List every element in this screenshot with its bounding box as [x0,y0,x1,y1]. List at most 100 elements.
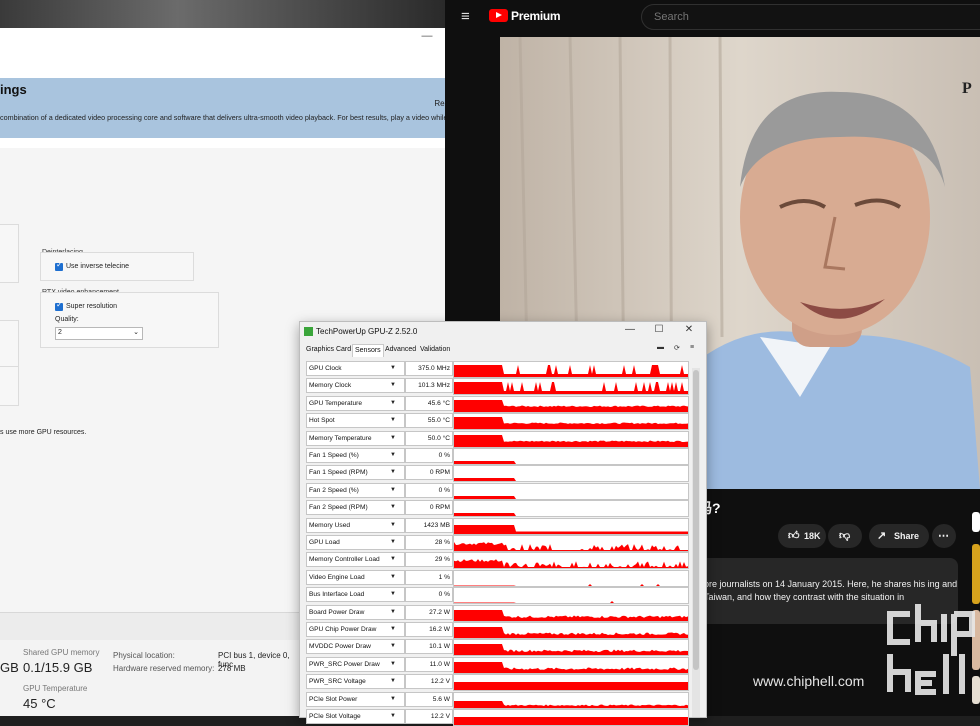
camera-icon[interactable]: ▬ [657,344,664,351]
dropdown-arrow-icon[interactable]: ▼ [390,556,396,562]
sensor-graph [453,361,689,378]
tab-graphics-card[interactable]: Graphics Card [306,346,351,353]
tab-sensors[interactable]: Sensors [352,344,384,357]
desktop-background [0,0,445,30]
like-count: 18K [804,531,821,541]
sensor-graph [453,674,689,692]
minimize-icon[interactable]: — [412,30,442,42]
shared-gpu-memory-value: 0.1/15.9 GB [23,660,93,675]
sensor-graph-plot [454,601,688,604]
share-icon: ↗ [877,530,887,542]
gpu-temperature-label: GPU Temperature [23,684,88,693]
search-input[interactable] [652,10,956,24]
sensor-graph-plot [454,417,688,430]
window-titlebar: — ☐ ✕ [0,28,500,50]
youtube-topbar: ≡ Premium [445,0,980,36]
dropdown-arrow-icon[interactable]: ▼ [390,400,396,406]
dropdown-arrow-icon[interactable]: ▼ [390,678,396,684]
sensor-graph-plot [454,717,688,725]
sensor-graph-plot [454,365,688,377]
dropdown-arrow-icon[interactable]: ▼ [390,452,396,458]
sensor-graph-area [454,682,688,691]
inverse-telecine-checkbox[interactable] [55,260,63,271]
sensor-value: 0 RPM [405,500,453,516]
chiphell-logo [887,604,975,695]
sensor-value: 12.2 V [405,674,453,690]
sensor-graph [453,500,689,518]
sensor-graph-area [454,382,688,395]
sensor-graph-plot [454,542,688,551]
dropdown-arrow-icon[interactable]: ▼ [390,522,396,528]
sensor-value: 27.2 W [405,604,453,620]
dislike-button[interactable]: 👎︎ [828,524,862,548]
share-button[interactable]: ↗ Share [869,524,929,548]
sensor-graph [453,622,689,639]
sensor-graph [453,569,689,587]
reserved-memory-label: Hardware reserved memory: [113,664,215,673]
dropdown-arrow-icon[interactable]: ▼ [390,696,396,702]
side-thumbnail-2[interactable] [972,544,980,604]
refresh-icon[interactable]: ⟳ [674,344,680,352]
sensor-graph [453,395,689,413]
sensor-graph-area [454,524,688,534]
minimize-icon[interactable]: — [620,324,640,335]
shared-gpu-memory-label: Shared GPU memory [23,648,100,657]
dropdown-arrow-icon[interactable]: ▼ [390,417,396,423]
left-group-box-3 [0,366,19,406]
dropdown-arrow-icon[interactable]: ▼ [390,713,396,719]
super-resolution-checkbox[interactable] [55,300,63,311]
sensor-value: 16.2 W [405,622,453,637]
side-thumbnail[interactable] [972,512,980,532]
youtube-logo-icon[interactable] [489,9,508,22]
sensor-graph-area [454,513,688,517]
sensor-graph-plot [454,627,688,638]
more-actions-button[interactable]: ⋯ [932,524,956,548]
dropdown-arrow-icon[interactable]: ▼ [390,574,396,580]
dropdown-arrow-icon[interactable]: ▼ [390,591,396,597]
sensor-graph-area [454,700,688,708]
sensor-graph-plot [454,609,688,621]
close-icon[interactable]: ✕ [679,324,699,335]
sensor-graph [453,535,689,552]
deinterlacing-group: Use inverse telecine [40,252,194,281]
sensor-graph [453,517,689,535]
sensor-graph-plot [454,524,688,534]
menu-icon[interactable]: ≡ [690,344,694,351]
sensor-value: 101.3 MHz [405,378,453,394]
scrollbar-thumb[interactable] [693,370,699,670]
dropdown-arrow-icon[interactable]: ▼ [390,487,396,493]
like-button[interactable]: 👍︎ 18K [778,524,826,548]
gpuz-title: TechPowerUp GPU-Z 2.52.0 [316,327,418,336]
sensor-graph-plot [454,559,688,569]
sensor-value: 375.0 MHz [405,361,453,376]
dropdown-arrow-icon[interactable]: ▼ [390,661,396,667]
search-box[interactable] [641,4,980,30]
dropdown-arrow-icon[interactable]: ▼ [390,609,396,615]
sensor-value: 50.0 °C [405,430,453,446]
quality-value: 2 [58,329,62,336]
sensor-graph-area [454,542,688,551]
maximize-icon[interactable]: ☐ [649,324,669,335]
sensor-graph-area [454,399,688,412]
dropdown-arrow-icon[interactable]: ▼ [390,365,396,371]
dropdown-arrow-icon[interactable]: ▼ [390,539,396,545]
dedicated-memory-value: GB [0,660,19,675]
tab-advanced[interactable]: Advanced [385,346,416,353]
sensor-graph-area [454,365,688,377]
sensor-value: 5.6 W [405,691,453,707]
sensor-graph [453,552,689,570]
page-description: combination of a dedicated video process… [0,113,498,122]
dropdown-arrow-icon[interactable]: ▼ [390,504,396,510]
page-title: ings [0,82,27,97]
dropdown-arrow-icon[interactable]: ▼ [390,435,396,441]
dropdown-arrow-icon[interactable]: ▼ [390,643,396,649]
tab-validation[interactable]: Validation [420,346,450,353]
dropdown-arrow-icon[interactable]: ▼ [390,469,396,475]
menu-icon[interactable]: ≡ [461,8,470,25]
dropdown-arrow-icon[interactable]: ▼ [390,626,396,632]
quality-select[interactable]: 2 ⌄ [55,327,143,340]
dropdown-arrow-icon[interactable]: ▼ [390,382,396,388]
thumb-down-icon: 👎︎ [839,530,851,542]
sensor-graph [453,430,689,448]
sensor-graph-plot [454,513,688,517]
